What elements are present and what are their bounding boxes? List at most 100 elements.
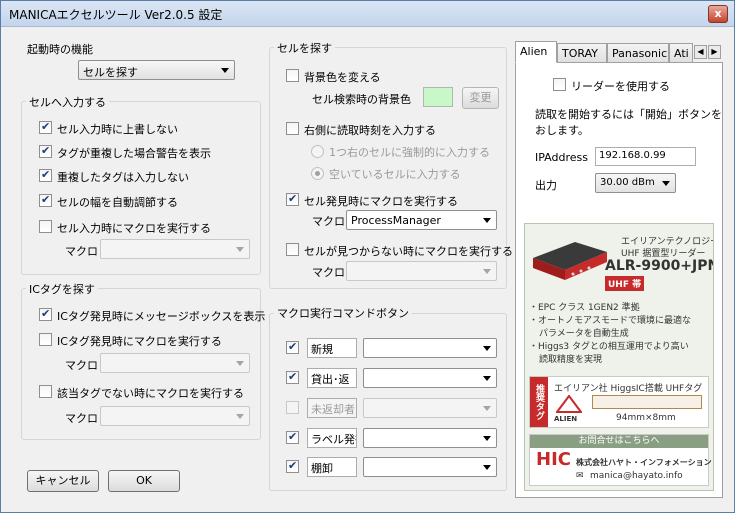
notfound-macro-select-label: マクロ bbox=[312, 266, 345, 279]
ad-tag-box: 推奨タグ エイリアン社 HiggsIC搭載 UHFタグ ALIEN 94mm×8… bbox=[529, 376, 709, 428]
ad-band-badge: UHF 帯 bbox=[605, 276, 645, 291]
macro-button-2-name[interactable]: 貸出･返 bbox=[307, 368, 357, 388]
notfound-macro-checkbox[interactable] bbox=[286, 243, 299, 256]
found-macro-checkbox[interactable] bbox=[286, 192, 299, 206]
notfound-macro-label: セルが見つからない時にマクロを実行する bbox=[304, 245, 513, 258]
chevron-down-icon bbox=[483, 465, 491, 470]
cell-input-group-label: セルへ入力する bbox=[26, 94, 109, 110]
no-overwrite-checkbox[interactable] bbox=[39, 120, 52, 134]
macro-button-1-select[interactable] bbox=[363, 338, 497, 358]
chevron-down-icon bbox=[483, 218, 491, 223]
macro-button-5-select[interactable] bbox=[363, 457, 497, 477]
ic-found-macro-select-label: マクロ bbox=[65, 359, 98, 372]
use-reader-label: リーダーを使用する bbox=[571, 80, 670, 93]
ip-address-input[interactable]: 192.168.0.99 bbox=[595, 147, 696, 166]
tab-panasonic[interactable]: Panasonic bbox=[607, 43, 669, 63]
ic-found-macro-checkbox[interactable] bbox=[39, 333, 52, 346]
bg-color-label: セル検索時の背景色 bbox=[312, 93, 411, 106]
title-bar[interactable]: MANICAエクセルツール Ver2.0.5 設定 x bbox=[1, 1, 734, 27]
empty-cell-radio[interactable] bbox=[311, 167, 324, 180]
tab-alien[interactable]: Alien bbox=[515, 41, 557, 63]
ad-bullet-3b: 読取精度を実現 bbox=[539, 355, 603, 365]
auto-width-checkbox[interactable] bbox=[39, 193, 52, 207]
uhf-tag-image bbox=[592, 395, 702, 409]
tab-scroll-left-icon[interactable]: ◀ bbox=[694, 45, 707, 59]
not-target-macro-checkbox[interactable] bbox=[39, 385, 52, 398]
mail-icon: ✉ bbox=[576, 471, 584, 481]
power-select[interactable]: 30.00 dBm bbox=[595, 173, 676, 193]
instructions-line-1: 読取を開始するには「開始」ボタンを bbox=[535, 108, 722, 121]
startup-function-value: セルを探す bbox=[83, 66, 138, 79]
macro-button-3-checkbox[interactable] bbox=[286, 401, 299, 414]
power-value: 30.00 dBm bbox=[600, 177, 655, 188]
input-macro-select-label: マクロ bbox=[65, 245, 98, 258]
contact-email: manica@hayato.info bbox=[590, 471, 683, 481]
change-color-button[interactable]: 変更 bbox=[462, 87, 499, 109]
instructions-line-2: おします。 bbox=[535, 124, 589, 137]
chevron-down-icon bbox=[483, 376, 491, 381]
tab-ati[interactable]: Ati bbox=[669, 43, 693, 63]
product-advertisement: エイリアンテクノロジー製 UHF 据置型リーダー ALR-9900+JPN UH… bbox=[524, 223, 714, 491]
macro-button-1-checkbox[interactable] bbox=[286, 340, 299, 354]
ad-tag-title: エイリアン社 HiggsIC搭載 UHFタグ bbox=[554, 384, 703, 394]
use-reader-checkbox[interactable] bbox=[553, 78, 566, 91]
startup-label: 起動時の機能 bbox=[27, 43, 93, 56]
ad-contact-heading: お問合せはこちらへ bbox=[530, 435, 708, 448]
macro-button-3-select[interactable] bbox=[363, 398, 497, 418]
macro-button-2-select[interactable] bbox=[363, 368, 497, 388]
macro-button-4-checkbox[interactable] bbox=[286, 430, 299, 444]
duplicate-warning-checkbox[interactable] bbox=[39, 144, 52, 158]
chevron-down-icon bbox=[236, 361, 244, 366]
input-macro-checkbox[interactable] bbox=[39, 220, 52, 233]
no-overwrite-label: セル入力時に上書しない bbox=[57, 123, 178, 136]
chevron-down-icon bbox=[483, 269, 491, 274]
company-name: 株式会社ハヤト・インフォメーション bbox=[576, 458, 712, 467]
not-target-macro-select[interactable] bbox=[100, 406, 250, 426]
bg-change-label: 背景色を変える bbox=[304, 71, 381, 84]
cancel-button[interactable]: キャンセル bbox=[27, 470, 99, 492]
ic-found-macro-label: ICタグ発見時にマクロを実行する bbox=[57, 335, 222, 348]
ad-bullet-1: ・EPC クラス 1GEN2 準拠 bbox=[529, 303, 640, 313]
macro-button-2-checkbox[interactable] bbox=[286, 370, 299, 384]
force-right-radio[interactable] bbox=[311, 145, 324, 158]
auto-width-label: セルの幅を自動調節する bbox=[57, 196, 178, 209]
tab-scroll-right-icon[interactable]: ▶ bbox=[708, 45, 721, 59]
macro-buttons-group-label: マクロ実行コマンドボタン bbox=[274, 305, 412, 321]
macro-button-3-name[interactable]: 未返却者 bbox=[307, 398, 357, 418]
input-macro-select[interactable] bbox=[100, 239, 250, 259]
duplicate-warning-label: タグが重複した場合警告を表示 bbox=[57, 147, 211, 160]
window-title: MANICAエクセルツール Ver2.0.5 設定 bbox=[9, 8, 223, 22]
time-right-label: 右側に読取時刻を入力する bbox=[304, 124, 436, 137]
macro-button-4-select[interactable] bbox=[363, 428, 497, 448]
startup-function-select[interactable]: セルを探す bbox=[78, 60, 235, 80]
bg-change-checkbox[interactable] bbox=[286, 69, 299, 82]
close-button[interactable]: x bbox=[708, 5, 728, 23]
skip-duplicate-checkbox[interactable] bbox=[39, 168, 52, 182]
macro-button-4-name[interactable]: ラベル発行 bbox=[307, 428, 357, 448]
force-right-label: 1つ右のセルに強制的に入力する bbox=[329, 146, 490, 159]
macro-button-5-name[interactable]: 棚卸 bbox=[307, 457, 357, 477]
ad-tag-size: 94mm×8mm bbox=[616, 413, 676, 423]
found-macro-select-label: マクロ bbox=[312, 215, 345, 228]
ic-tag-group-label: ICタグを探す bbox=[26, 281, 98, 297]
chevron-down-icon bbox=[662, 181, 670, 186]
ok-button[interactable]: OK bbox=[108, 470, 180, 492]
ic-found-messagebox-label: ICタグ発見時にメッセージボックスを表示 bbox=[57, 310, 266, 323]
ad-bullet-3a: ・Higgs3 タグとの相互運用でより高い bbox=[529, 342, 689, 352]
ic-found-messagebox-checkbox[interactable] bbox=[39, 307, 52, 321]
not-target-macro-select-label: マクロ bbox=[65, 412, 98, 425]
tab-toray[interactable]: TORAY bbox=[557, 43, 607, 63]
input-macro-label: セル入力時にマクロを実行する bbox=[57, 222, 211, 235]
ic-found-macro-select[interactable] bbox=[100, 353, 250, 373]
macro-button-1-name[interactable]: 新規 bbox=[307, 338, 357, 358]
notfound-macro-select[interactable] bbox=[346, 261, 497, 281]
chevron-down-icon bbox=[483, 436, 491, 441]
found-macro-label: セル発見時にマクロを実行する bbox=[304, 195, 458, 208]
bg-color-swatch bbox=[423, 87, 453, 107]
macro-button-5-checkbox[interactable] bbox=[286, 459, 299, 473]
chevron-down-icon bbox=[483, 346, 491, 351]
time-right-checkbox[interactable] bbox=[286, 122, 299, 135]
alien-logo-text: ALIEN bbox=[554, 415, 578, 423]
found-macro-select[interactable]: ProcessManager bbox=[346, 210, 497, 230]
ad-model: ALR-9900+JPN bbox=[605, 258, 714, 274]
